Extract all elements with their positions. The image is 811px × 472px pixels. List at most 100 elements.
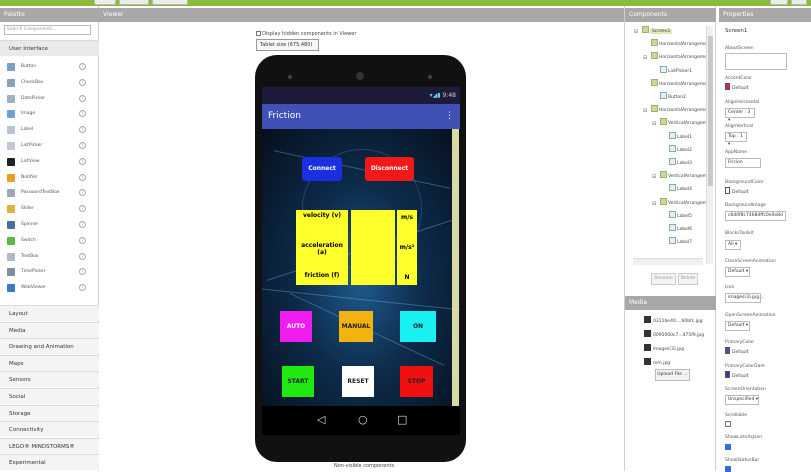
help-icon[interactable]: ? bbox=[79, 268, 86, 275]
toolbar-button[interactable] bbox=[119, 0, 149, 5]
delete-button[interactable]: Delete bbox=[678, 273, 698, 285]
blocks-toolkit-select[interactable]: All ▾ bbox=[725, 240, 741, 250]
tree-item[interactable]: ⊟VerticalArrangeme bbox=[660, 171, 710, 183]
help-icon[interactable]: ? bbox=[79, 158, 86, 165]
help-icon[interactable]: ? bbox=[79, 205, 86, 212]
background-color-picker[interactable]: Default bbox=[725, 187, 748, 197]
tree-item[interactable]: ⊟Screen1 bbox=[642, 26, 672, 38]
disconnect-button[interactable]: Disconnect bbox=[365, 157, 414, 181]
help-icon[interactable]: ? bbox=[79, 189, 86, 196]
help-icon[interactable]: ? bbox=[79, 221, 86, 228]
stop-button[interactable]: STOP bbox=[400, 366, 433, 397]
help-icon[interactable]: ? bbox=[79, 253, 86, 260]
manual-button[interactable]: MANUAL bbox=[339, 311, 373, 342]
tree-item[interactable]: ListPicker1 bbox=[660, 66, 692, 78]
palette-search-input[interactable]: Search Components... bbox=[4, 25, 91, 35]
category-media[interactable]: Media bbox=[0, 322, 99, 338]
open-animation-select[interactable]: Default ▾ bbox=[725, 321, 750, 331]
background-image-select[interactable]: c6d0f8c74684ffc0e0e8d bbox=[725, 211, 786, 221]
collapse-toggle-icon[interactable]: ⊟ bbox=[652, 171, 656, 183]
collapse-toggle-icon[interactable]: ⊟ bbox=[643, 52, 647, 64]
tree-item[interactable]: Label6 bbox=[669, 224, 692, 236]
tree-item[interactable]: Label3 bbox=[669, 158, 692, 170]
tree-item[interactable]: Label4 bbox=[669, 184, 692, 196]
toolbar-button[interactable] bbox=[152, 0, 188, 5]
category-drawing-and-animation[interactable]: Drawing and Animation bbox=[0, 338, 99, 354]
toolbar-button[interactable] bbox=[770, 0, 788, 5]
palette-item-image[interactable]: Image? bbox=[0, 106, 99, 121]
help-icon[interactable]: ? bbox=[79, 284, 86, 291]
help-icon[interactable]: ? bbox=[79, 63, 86, 70]
overflow-menu-icon[interactable]: ⋮ bbox=[445, 104, 454, 129]
start-button[interactable]: START bbox=[282, 366, 314, 397]
category-storage[interactable]: Storage bbox=[0, 405, 99, 421]
media-file[interactable]: 0311be40....60bfc.jpg bbox=[644, 316, 703, 326]
tree-item[interactable]: Label7 bbox=[669, 237, 692, 249]
show-status-bar-checkbox[interactable] bbox=[725, 466, 731, 472]
close-animation-select[interactable]: Default ▾ bbox=[725, 267, 750, 277]
upload-file-button[interactable]: Upload File ... bbox=[655, 369, 690, 381]
screen-orientation-select[interactable]: Unspecified ▾ bbox=[725, 395, 759, 405]
hidden-components-checkbox[interactable]: Display hidden components in Viewer bbox=[256, 31, 356, 37]
media-file[interactable]: 0095000c7...475f9.jpg bbox=[644, 330, 704, 340]
icon-select[interactable]: images(3).jpg... bbox=[725, 293, 761, 303]
media-file[interactable]: images(3).jpg bbox=[644, 344, 684, 354]
primary-color-picker[interactable]: Default bbox=[725, 347, 748, 357]
palette-item-textbox[interactable]: TextBox? bbox=[0, 249, 99, 264]
app-name-input[interactable]: Fricion bbox=[725, 158, 761, 168]
recent-apps-icon[interactable]: □ bbox=[397, 413, 407, 426]
primary-dark-picker[interactable]: Default bbox=[725, 371, 748, 381]
palette-item-passwordtextbox[interactable]: PasswordTextBox? bbox=[0, 185, 99, 200]
media-file[interactable]: mm.jpg bbox=[644, 358, 670, 368]
accent-color-picker[interactable]: Default bbox=[725, 83, 748, 93]
show-lists-json-checkbox[interactable] bbox=[725, 444, 731, 450]
tree-item[interactable]: ⊟VerticalArrangeme bbox=[660, 118, 710, 130]
reset-button[interactable]: RESET bbox=[342, 366, 374, 397]
palette-item-slider[interactable]: Slider? bbox=[0, 201, 99, 216]
palette-item-notifier[interactable]: Notifier? bbox=[0, 170, 99, 185]
help-icon[interactable]: ? bbox=[79, 79, 86, 86]
help-icon[interactable]: ? bbox=[79, 126, 86, 133]
category-connectivity[interactable]: Connectivity bbox=[0, 421, 99, 437]
tree-item[interactable]: Label1 bbox=[669, 132, 692, 144]
palette-item-spinner[interactable]: Spinner? bbox=[0, 217, 99, 232]
palette-item-button[interactable]: Button? bbox=[0, 59, 99, 74]
tree-item[interactable]: Label5 bbox=[669, 211, 692, 223]
tree-item[interactable]: HorizontalArrangeme bbox=[651, 39, 707, 51]
palette-item-listview[interactable]: ListView? bbox=[0, 154, 99, 169]
palette-item-webviewer[interactable]: WebViewer? bbox=[0, 280, 99, 295]
rename-button[interactable]: Rename bbox=[651, 273, 676, 285]
connect-button[interactable]: Connect bbox=[302, 157, 342, 181]
viewer-scrollbar[interactable] bbox=[452, 129, 459, 406]
category-layout[interactable]: Layout bbox=[0, 305, 99, 321]
help-icon[interactable]: ? bbox=[79, 237, 86, 244]
collapse-toggle-icon[interactable]: ⊟ bbox=[652, 198, 656, 210]
tree-item[interactable]: ⊟HorizontalArrangeme bbox=[651, 105, 707, 117]
help-icon[interactable]: ? bbox=[79, 95, 86, 102]
palette-item-datepicker[interactable]: DatePicker? bbox=[0, 91, 99, 106]
tree-scrollbar-thumb[interactable] bbox=[708, 36, 713, 186]
back-icon[interactable]: ◁ bbox=[317, 413, 325, 426]
category-social[interactable]: Social bbox=[0, 388, 99, 404]
about-screen-input[interactable] bbox=[725, 53, 787, 70]
auto-button[interactable]: AUTO bbox=[280, 311, 312, 342]
screen-size-select[interactable]: Tablet size (675,480) bbox=[256, 39, 319, 51]
collapse-toggle-icon[interactable]: ⊟ bbox=[634, 26, 638, 38]
scrollable-checkbox[interactable] bbox=[725, 421, 731, 427]
tree-scrollbar[interactable] bbox=[706, 26, 713, 264]
help-icon[interactable]: ? bbox=[79, 110, 86, 117]
help-icon[interactable]: ? bbox=[79, 174, 86, 181]
palette-item-label[interactable]: Label? bbox=[0, 122, 99, 137]
on-button[interactable]: ON bbox=[400, 311, 436, 342]
palette-item-listpicker[interactable]: ListPicker? bbox=[0, 138, 99, 153]
home-icon[interactable]: ○ bbox=[358, 413, 368, 426]
help-icon[interactable]: ? bbox=[79, 142, 86, 149]
tree-item[interactable]: ⊟VerticalArrangeme bbox=[660, 198, 710, 210]
tree-item[interactable]: Label2 bbox=[669, 145, 692, 157]
category-experimental[interactable]: Experimental bbox=[0, 454, 99, 470]
align-horizontal-select[interactable]: Center : 3 ▾ bbox=[725, 108, 755, 118]
category-maps[interactable]: Maps bbox=[0, 355, 99, 371]
collapse-toggle-icon[interactable]: ⊟ bbox=[652, 118, 656, 130]
checkbox-box[interactable] bbox=[256, 31, 261, 36]
palette-item-checkbox[interactable]: CheckBox? bbox=[0, 75, 99, 90]
